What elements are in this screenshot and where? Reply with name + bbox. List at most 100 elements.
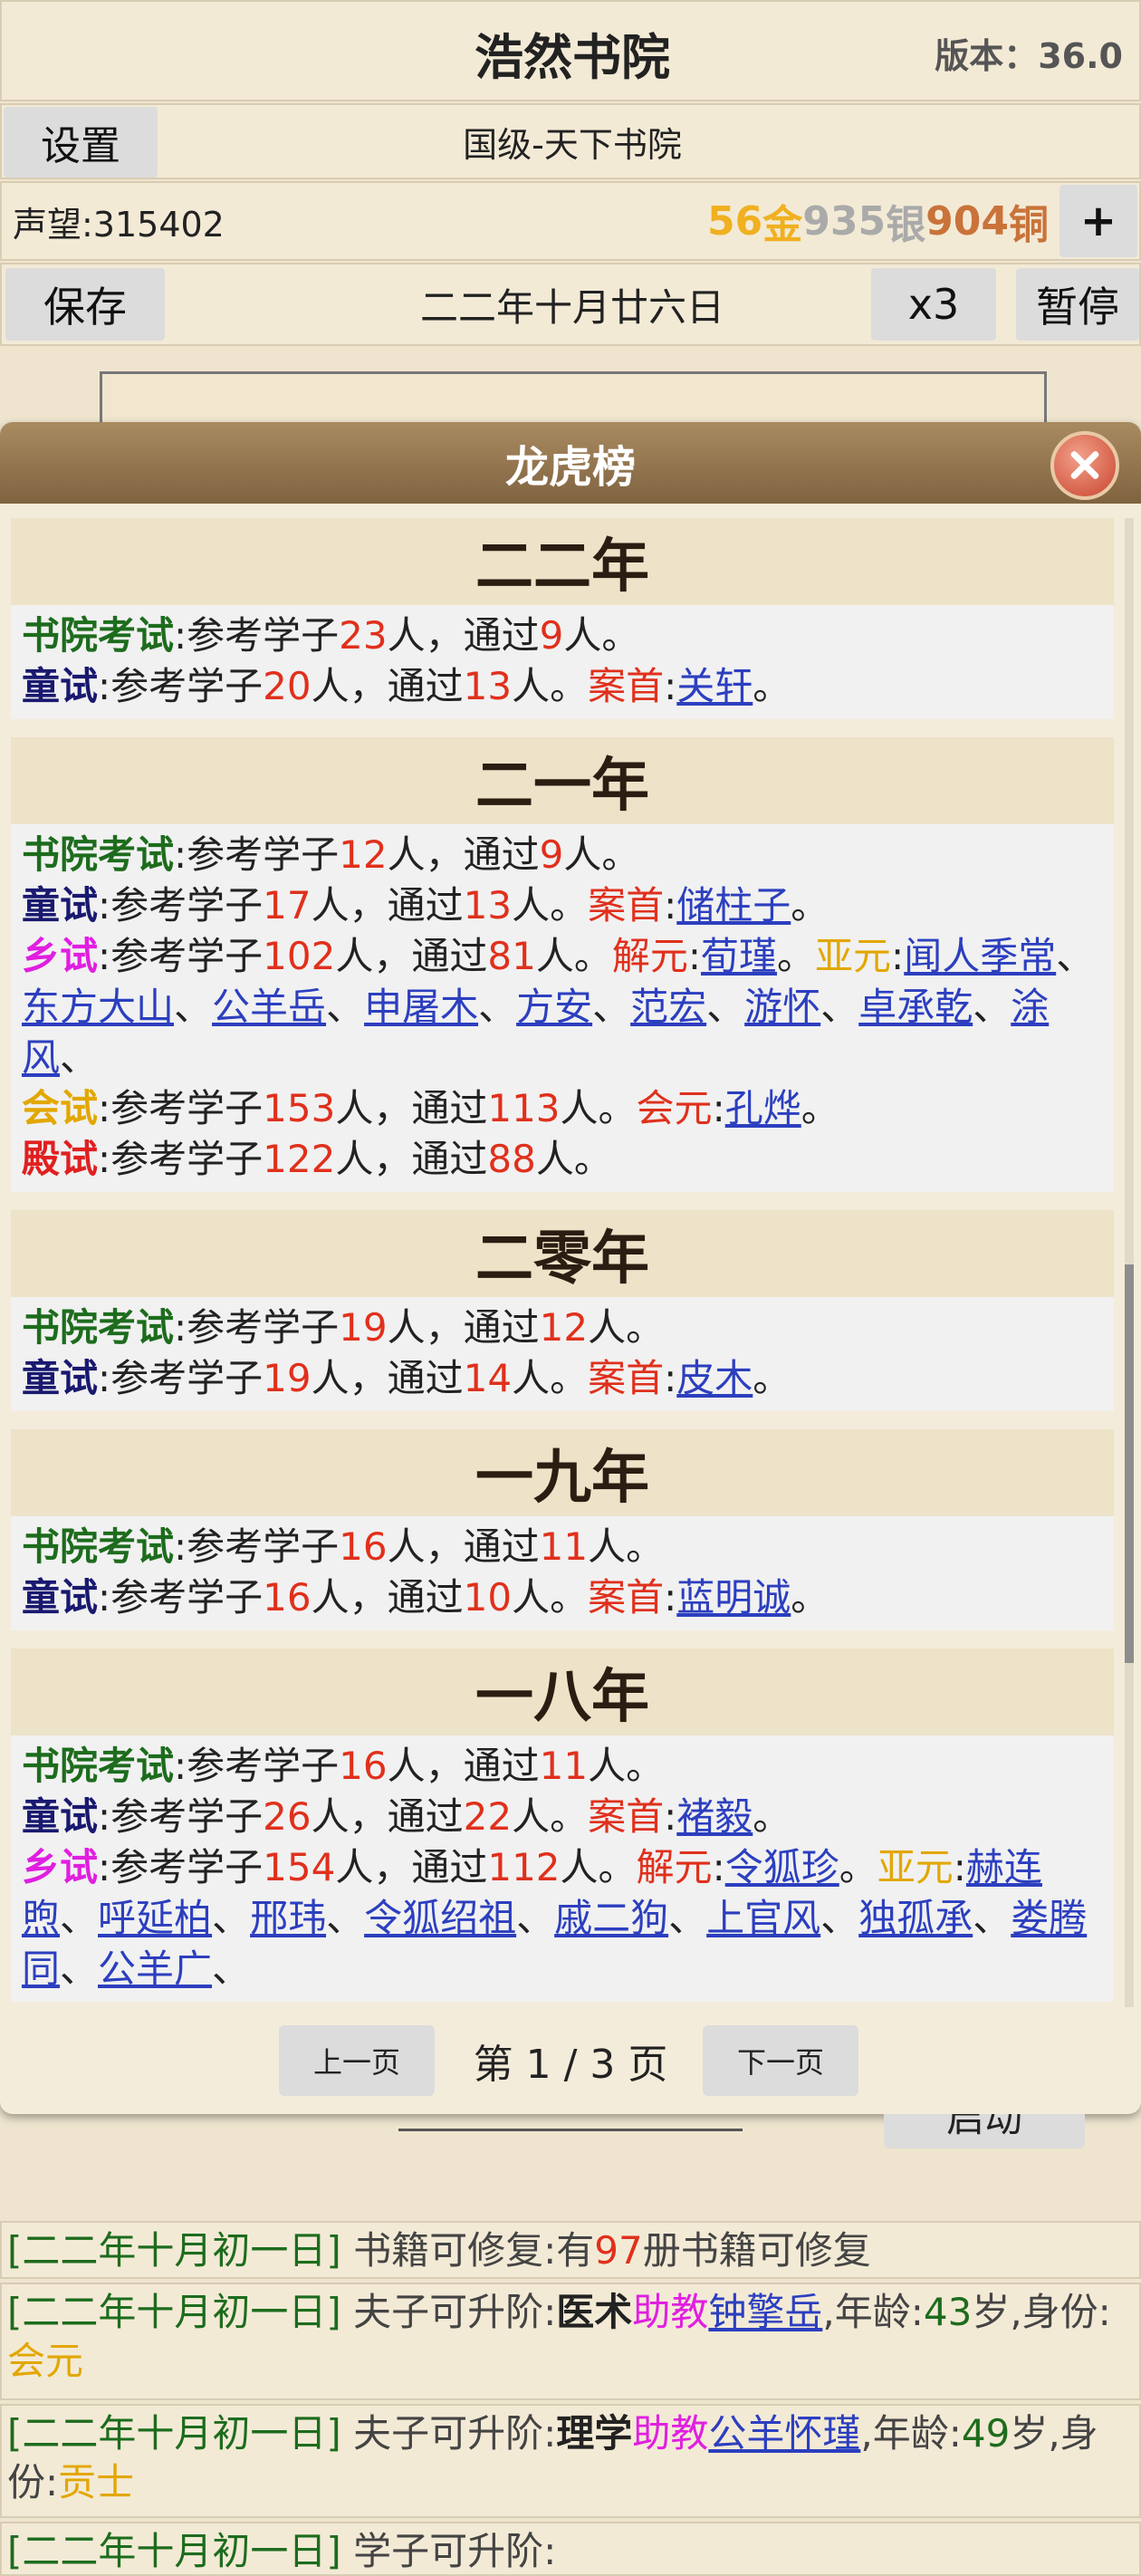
passed-count: 88 [487,1137,536,1181]
student-name-link[interactable]: 范宏 [630,985,706,1029]
student-name-link[interactable]: 公羊岳 [212,985,326,1029]
result-text: 人，通过 [311,1794,464,1839]
candidate-count: 122 [263,1137,336,1181]
student-name-link[interactable]: 关轩 [676,664,753,708]
exam-name: 童试 [22,1356,99,1400]
separator: 、 [478,985,517,1029]
result-text: :参考学子 [174,613,340,658]
log-subject: 理学 [556,2411,633,2456]
add-money-button[interactable]: + [1060,185,1137,257]
scrollbar-thumb[interactable] [1125,1264,1134,1663]
separator: : [664,1794,677,1839]
exam-name: 童试 [22,1575,99,1620]
student-name-link[interactable]: 褚毅 [676,1794,753,1839]
dialog-title: 龙虎榜 [504,442,636,493]
student-name-link[interactable]: 孔烨 [725,1086,801,1130]
year-results: 书院考试:参考学子12人，通过9人。 童试:参考学子17人，通过13人。案首:储柱… [11,824,1114,1192]
result-text: :参考学子 [174,1305,340,1350]
student-name-link[interactable]: 皮木 [676,1356,753,1400]
second-rank-label: 亚元 [815,934,892,978]
year-results: 书院考试:参考学子19人，通过12人。 童试:参考学子19人，通过14人。案首:皮… [11,1297,1114,1411]
pause-button[interactable]: 暂停 [1016,268,1139,341]
settings-button[interactable]: 设置 [4,107,158,178]
top-rank-label: 案首 [588,1356,665,1400]
separator: : [687,934,701,978]
teacher-name-link[interactable]: 钟擎岳 [708,2290,822,2334]
student-name-link[interactable]: 公羊广 [98,1946,212,1991]
passed-count: 112 [487,1845,561,1889]
log-text: 书籍可修复:有 [340,2228,595,2273]
student-name-link[interactable]: 闻人季常 [904,934,1056,978]
student-name-link[interactable]: 令狐绍祖 [364,1896,516,1940]
exam-result-line: 书院考试:参考学子23人，通过9人。 [22,610,1103,661]
separator: 。 [753,1356,791,1400]
passed-count: 14 [463,1356,513,1400]
student-name-link[interactable]: 邢玮 [250,1896,326,1940]
separator: 、 [973,985,1012,1029]
separator: 、 [1056,934,1095,978]
student-name-link[interactable]: 游怀 [744,985,820,1029]
separator: 、 [820,985,859,1029]
student-name-link[interactable]: 上官风 [706,1896,820,1940]
log-entry: [二二年十月初一日] 书籍可修复:有97册书籍可修复 [0,2221,1141,2279]
result-text: :参考学子 [98,1575,264,1620]
launch-button[interactable]: 启动 [884,2114,1085,2148]
student-name-link[interactable]: 申屠木 [364,985,478,1029]
result-text: 人。 [512,1356,589,1400]
close-icon[interactable] [1050,431,1119,500]
year-section: 一八年 书院考试:参考学子16人，通过11人。 童试:参考学子26人，通过22人。案… [11,1648,1114,2002]
top-rank-label: 会元 [636,1086,713,1130]
result-text: 人。 [512,883,589,928]
result-text: :参考学子 [174,1524,340,1569]
passed-count: 11 [539,1744,589,1788]
log-date: [二二年十月初一日] [7,2228,341,2273]
year-title: 一九年 [11,1429,1114,1516]
speed-button[interactable]: x3 [871,268,996,341]
result-text: 人。 [512,1575,589,1620]
exam-name: 书院考试 [22,832,175,877]
result-text: :参考学子 [98,883,264,928]
student-name-link[interactable]: 东方大山 [22,985,174,1029]
exam-name: 书院考试 [22,1305,175,1350]
student-name-link[interactable]: 呼延柏 [98,1896,212,1940]
log-entry: [二二年十月初一日] 夫子可升阶:理学助教公羊怀瑾,年龄:49岁,身份:贡士 [0,2404,1141,2518]
passed-count: 13 [463,664,513,708]
student-name-link[interactable]: 荀瑾 [701,934,777,978]
separator: : [664,664,677,708]
result-text: 人。 [588,1305,665,1350]
ranking-list[interactable]: 二二年 书院考试:参考学子23人，通过9人。 童试:参考学子20人，通过13人。案首… [11,518,1121,2007]
next-page-button[interactable]: 下一页 [703,2025,858,2096]
student-name-link[interactable]: 蓝明诚 [676,1575,791,1620]
candidate-count: 19 [339,1305,388,1350]
log-entry: [二二年十月初一日] 夫子可升阶:医术助教钟擎岳,年龄:43岁,身份: 会元 [0,2283,1141,2400]
gold-unit: 金 [762,202,803,248]
student-name-link[interactable]: 方安 [516,985,592,1029]
separator: 、 [326,1896,365,1940]
year-results: 书院考试:参考学子23人，通过9人。 童试:参考学子20人，通过13人。案首:关轩… [11,605,1114,719]
teacher-name-link[interactable]: 公羊怀瑾 [708,2411,860,2456]
separator: 。 [791,883,829,928]
game-date: 二二年十月廿六日 [419,284,724,330]
separator: : [953,1845,966,1889]
result-text: 人。 [512,664,589,708]
student-name-link[interactable]: 储柱子 [676,883,791,928]
exam-name: 童试 [22,1794,99,1839]
result-text: :参考学子 [174,1744,340,1788]
student-name-link[interactable]: 令狐珍 [725,1845,839,1889]
exam-name: 会试 [22,1086,99,1130]
result-text: 人，通过 [335,1137,488,1181]
copper-amount: 904 [925,197,1009,245]
student-name-link[interactable]: 卓承乾 [858,985,973,1029]
exam-result-line: 乡试:参考学子154人，通过112人。解元:令狐珍。亚元:赫连煦、呼延柏、邢玮、… [22,1842,1103,1994]
student-name-link[interactable]: 戚二狗 [554,1896,668,1940]
passed-count: 81 [487,934,536,978]
exam-result-line: 书院考试:参考学子16人，通过11人。 [22,1741,1103,1792]
copper-unit: 铜 [1009,202,1049,248]
year-section: 一九年 书院考试:参考学子16人，通过11人。 童试:参考学子16人，通过10人。案… [11,1429,1114,1630]
exam-result-line: 乡试:参考学子102人，通过81人。解元:荀瑾。亚元:闻人季常、东方大山、公羊岳… [22,931,1103,1083]
save-button[interactable]: 保存 [5,268,165,341]
result-text: 人，通过 [311,664,464,708]
launch-label: 启动 [945,2114,1022,2140]
scrollbar-track[interactable] [1125,518,1134,2007]
student-name-link[interactable]: 独孤承 [858,1896,973,1940]
